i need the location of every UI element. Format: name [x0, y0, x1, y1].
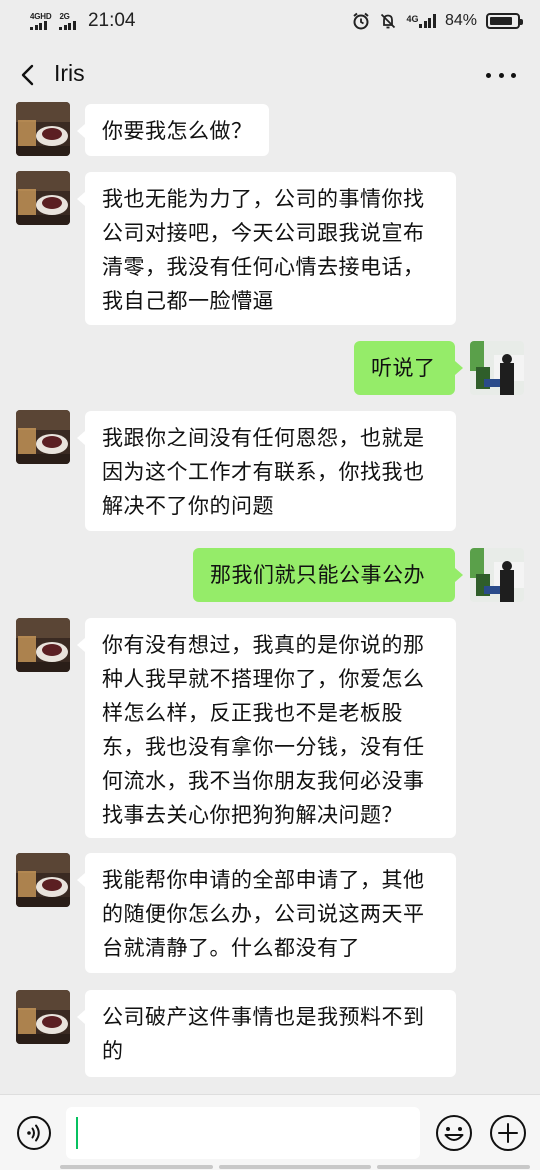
voice-input-icon[interactable]	[16, 1115, 52, 1151]
message-text: 公司破产这件事情也是我预料不到的	[102, 1005, 425, 1063]
message-input[interactable]	[66, 1107, 420, 1159]
message-bubble-sent[interactable]: 那我们就只能公事公办	[193, 548, 463, 602]
contact-avatar[interactable]	[16, 853, 70, 907]
chat-title: Iris	[54, 60, 85, 86]
message-bubble-received[interactable]: 我跟你之间没有任何恩怨，也就是因为这个工作才有联系，你找我也解决不了你的问题	[77, 411, 456, 531]
message-text: 我也无能为力了，公司的事情你找公司对接吧，今天公司跟我说宣布清零，我没有任何心情…	[102, 187, 425, 313]
cellular-signal-icon: 4GHD	[30, 11, 52, 30]
message-text: 你有没有想过，我真的是你说的那种人我早就不搭理你了，你爱怎么样怎么样，反正我也不…	[102, 633, 425, 827]
gesture-bar	[60, 1165, 531, 1169]
contact-avatar[interactable]	[16, 990, 70, 1044]
chat-input-bar	[0, 1094, 540, 1170]
contact-avatar[interactable]	[16, 171, 70, 225]
message-bubble-received[interactable]: 我也无能为力了，公司的事情你找公司对接吧，今天公司跟我说宣布清零，我没有任何心情…	[77, 172, 456, 325]
message-bubble-sent[interactable]: 听说了	[354, 341, 463, 395]
contact-avatar[interactable]	[16, 102, 70, 156]
more-options-icon[interactable]	[486, 62, 516, 88]
battery-percentage: 84%	[444, 12, 477, 29]
status-time: 21:04	[87, 10, 136, 31]
user-avatar[interactable]	[470, 548, 524, 602]
text-caret	[76, 1117, 78, 1149]
message-text: 听说了	[371, 356, 436, 380]
status-bar: 4GHD 2G 21:04 4G 84%	[0, 0, 540, 42]
message-bubble-received[interactable]: 公司破产这件事情也是我预料不到的	[77, 990, 456, 1077]
chat-header: Iris	[0, 42, 540, 108]
user-avatar[interactable]	[470, 341, 524, 395]
cellular-signal-icon-2: 2G	[59, 11, 76, 30]
alarm-icon	[353, 12, 370, 30]
emoji-icon[interactable]	[435, 1114, 473, 1152]
lte-signal-icon: 4G	[406, 14, 436, 28]
contact-avatar[interactable]	[16, 618, 70, 672]
battery-icon	[486, 13, 523, 29]
mute-icon	[381, 13, 396, 29]
lte-label: 4G	[406, 14, 419, 24]
contact-avatar[interactable]	[16, 410, 70, 464]
message-bubble-received[interactable]: 你要我怎么做？	[77, 104, 269, 156]
message-bubble-received[interactable]: 我能帮你申请的全部申请了，其他的随便你怎么办，公司说这两天平台就清静了。什么都没…	[77, 853, 456, 973]
network-type-label: 4GHD	[30, 11, 52, 21]
message-text: 我跟你之间没有任何恩怨，也就是因为这个工作才有联系，你找我也解决不了你的问题	[102, 426, 425, 518]
message-text: 那我们就只能公事公办	[210, 563, 425, 587]
message-bubble-received[interactable]: 你有没有想过，我真的是你说的那种人我早就不搭理你了，你爱怎么样怎么样，反正我也不…	[77, 618, 456, 838]
network-type-label-2: 2G	[59, 11, 70, 21]
add-attachment-icon[interactable]	[489, 1114, 527, 1152]
message-text: 你要我怎么做？	[102, 119, 253, 143]
back-icon[interactable]	[14, 60, 44, 90]
message-text: 我能帮你申请的全部申请了，其他的随便你怎么办，公司说这两天平台就清静了。什么都没…	[102, 868, 425, 960]
